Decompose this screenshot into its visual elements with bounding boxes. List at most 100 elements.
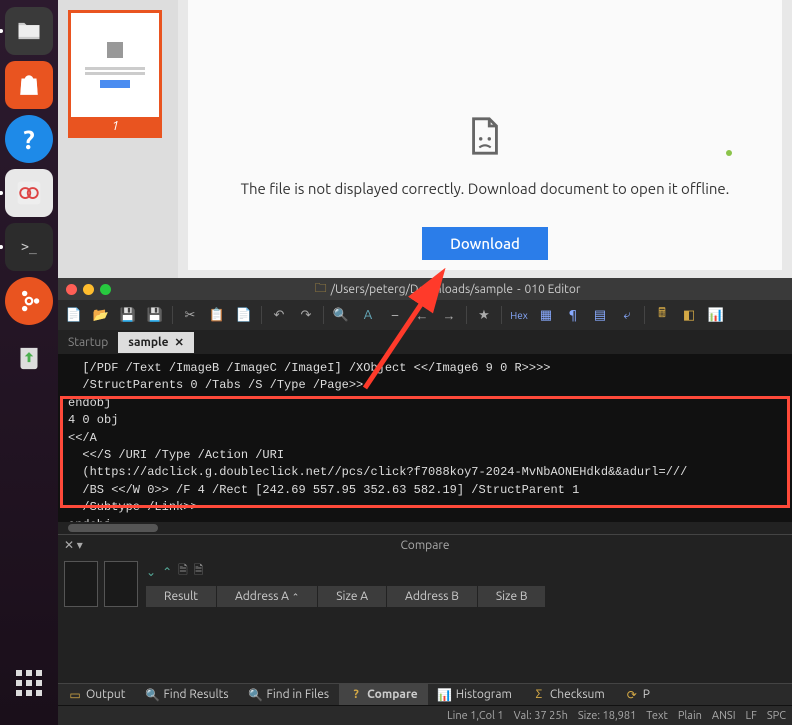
pdf-error-message: The file is not displayed correctly. Dow… xyxy=(241,180,730,197)
page-b-icon[interactable]: 🗎 xyxy=(194,561,204,582)
close-tab-icon[interactable]: ✕ xyxy=(175,336,184,349)
output-icon: ▭ xyxy=(68,688,82,702)
bottom-tab-find-in-files[interactable]: 🔍Find in Files xyxy=(239,684,340,705)
close-window-button[interactable] xyxy=(66,284,77,295)
dock-files[interactable] xyxy=(5,7,53,55)
terminal-icon: >_ xyxy=(21,240,37,255)
status-extra[interactable]: SPC xyxy=(767,710,786,722)
dock-software-center[interactable] xyxy=(5,61,53,109)
broken-file-icon xyxy=(467,116,503,156)
col-size-a[interactable]: Size A xyxy=(318,586,387,607)
trash-icon xyxy=(12,338,46,372)
bookmark-button[interactable]: ★ xyxy=(472,303,496,327)
status-mode[interactable]: Text xyxy=(646,710,668,722)
search-files-icon: 🔍 xyxy=(249,688,263,702)
shopping-bag-icon xyxy=(16,72,42,98)
dock: ? >_ xyxy=(0,0,58,725)
col-result[interactable]: Result xyxy=(146,586,217,607)
status-encoding[interactable]: Plain xyxy=(678,710,702,722)
chevron-down-icon[interactable]: ⌄ xyxy=(146,565,156,579)
pdf-thumbnail-panel: 1 xyxy=(58,0,178,280)
ubuntu-icon xyxy=(16,288,42,314)
status-charset[interactable]: ANSI xyxy=(712,710,736,722)
compare-tool-button[interactable]: ◧ xyxy=(677,303,701,327)
col-address-b[interactable]: Address B xyxy=(387,586,478,607)
histogram-tool-button[interactable]: 📊 xyxy=(704,303,728,327)
bottom-tab-output[interactable]: ▭Output xyxy=(58,684,135,705)
wrap-button[interactable]: ⤶ xyxy=(615,303,639,327)
goto-button[interactable]: ⎯ xyxy=(383,303,407,327)
pdf-viewer: 1 The file is not displayed correctly. D… xyxy=(58,0,792,280)
back-button[interactable]: ← xyxy=(410,303,434,327)
pdf-thumbnail[interactable]: 1 xyxy=(68,10,162,138)
calculator-button[interactable]: 🖩 xyxy=(650,303,674,327)
editor-window: 🗀 /Users/peterg/Downloads/sample - 010 E… xyxy=(58,278,792,725)
status-value: Val: 37 25h xyxy=(514,710,568,722)
chevron-up-icon[interactable]: ⌃ xyxy=(162,565,172,579)
folder-icon: 🗀 xyxy=(315,279,327,300)
status-position: Line 1,Col 1 xyxy=(447,710,504,722)
dock-document-viewer[interactable] xyxy=(5,169,53,217)
bottom-tab-compare[interactable]: ?Compare xyxy=(339,684,428,705)
paste-button[interactable]: 📄 xyxy=(232,303,256,327)
editor-content[interactable]: [/PDF /Text /ImageB /ImageC /ImageI] /XO… xyxy=(58,354,792,522)
status-size: Size: 18,981 xyxy=(578,710,636,722)
maximize-window-button[interactable] xyxy=(100,284,111,295)
compare-panel: ✕ ▾ Compare ⌄ ⌃ 🗎 🗎 Result Address A ⌃ S… xyxy=(58,534,792,683)
editor-toolbar: 📄 📂 💾 💾 ✂ 📋 📄 ↶ ↷ 🔍 A ⎯ ← → ★ Hex ▦ ¶ ▤ … xyxy=(58,300,792,330)
minimize-window-button[interactable] xyxy=(83,284,94,295)
dock-ubuntu[interactable] xyxy=(5,277,53,325)
cut-button[interactable]: ✂ xyxy=(178,303,202,327)
save-all-button[interactable]: 💾 xyxy=(143,303,167,327)
bottom-tab-checksum[interactable]: ΣChecksum xyxy=(522,684,615,705)
dock-trash[interactable] xyxy=(5,331,53,379)
bottom-tab-bar: ▭Output 🔍Find Results 🔍Find in Files ?Co… xyxy=(58,683,792,705)
window-controls xyxy=(66,284,111,295)
close-panel-icon[interactable]: ✕ ▾ xyxy=(64,538,83,552)
open-file-button[interactable]: 📂 xyxy=(89,303,113,327)
tab-sample[interactable]: sample ✕ xyxy=(118,332,193,353)
whitespace-button[interactable]: ¶ xyxy=(561,303,585,327)
compare-thumb-a[interactable] xyxy=(64,561,98,607)
histogram-icon: 📊 xyxy=(438,688,452,702)
document-viewer-icon xyxy=(14,178,44,208)
pdf-page-view: The file is not displayed correctly. Dow… xyxy=(188,0,782,270)
files-icon xyxy=(15,17,43,45)
col-size-b[interactable]: Size B xyxy=(478,586,547,607)
search-icon: 🔍 xyxy=(145,688,159,702)
bottom-tab-more[interactable]: ⟳P xyxy=(615,684,660,705)
download-button[interactable]: Download xyxy=(422,227,548,260)
ruler-button[interactable]: ▤ xyxy=(588,303,612,327)
bottom-tab-find-results[interactable]: 🔍Find Results xyxy=(135,684,238,705)
bottom-tab-histogram[interactable]: 📊Histogram xyxy=(428,684,522,705)
page-a-icon[interactable]: 🗎 xyxy=(178,561,188,582)
columns-button[interactable]: ▦ xyxy=(534,303,558,327)
compare-results-grid xyxy=(146,607,546,677)
horizontal-scrollbar[interactable] xyxy=(58,522,792,534)
checksum-icon: Σ xyxy=(532,688,546,702)
redo-button[interactable]: ↷ xyxy=(294,303,318,327)
dock-help[interactable]: ? xyxy=(5,115,53,163)
dock-terminal[interactable]: >_ xyxy=(5,223,53,271)
process-icon: ⟳ xyxy=(625,688,639,702)
new-file-button[interactable]: 📄 xyxy=(62,303,86,327)
apps-grid-icon xyxy=(16,670,42,696)
hex-view-button[interactable]: Hex xyxy=(507,303,531,327)
tab-startup[interactable]: Startup xyxy=(58,332,118,353)
forward-button[interactable]: → xyxy=(437,303,461,327)
col-address-a[interactable]: Address A ⌃ xyxy=(217,586,318,607)
find-text-button[interactable]: A xyxy=(356,303,380,327)
editor-title: 🗀 /Users/peterg/Downloads/sample - 010 E… xyxy=(111,279,784,300)
undo-button[interactable]: ↶ xyxy=(267,303,291,327)
dock-show-applications[interactable] xyxy=(5,659,53,707)
compare-thumb-b[interactable] xyxy=(104,561,138,607)
editor-titlebar: 🗀 /Users/peterg/Downloads/sample - 010 E… xyxy=(58,278,792,300)
status-bar: Line 1,Col 1 Val: 37 25h Size: 18,981 Te… xyxy=(58,705,792,725)
find-button[interactable]: 🔍 xyxy=(329,303,353,327)
compare-table-header: Result Address A ⌃ Size A Address B Size… xyxy=(146,586,546,607)
copy-button[interactable]: 📋 xyxy=(205,303,229,327)
thumbnail-page-number: 1 xyxy=(71,117,159,135)
status-lineend[interactable]: LF xyxy=(746,710,757,722)
save-button[interactable]: 💾 xyxy=(116,303,140,327)
code-text: [/PDF /Text /ImageB /ImageC /ImageI] /XO… xyxy=(58,354,792,522)
